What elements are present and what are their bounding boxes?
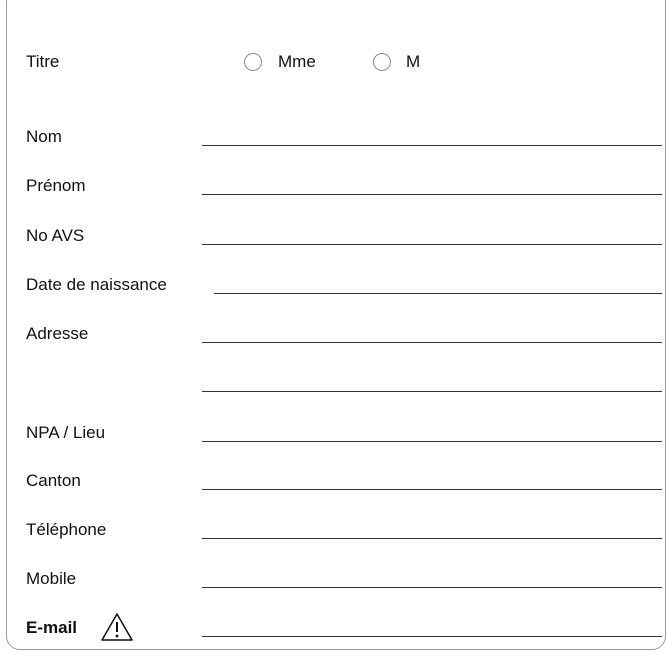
telephone-field[interactable] — [202, 538, 662, 539]
adresse-line-2-field[interactable] — [202, 391, 662, 392]
radio-m[interactable] — [373, 53, 391, 71]
field-row-prenom: Prénom — [26, 176, 662, 202]
field-label-no-avs: No AVS — [26, 226, 84, 246]
field-row-canton: Canton — [26, 471, 662, 497]
radio-mme-label: Mme — [278, 52, 316, 72]
radio-m-label: M — [406, 52, 420, 72]
field-label-canton: Canton — [26, 471, 81, 491]
field-row-date-naissance: Date de naissance — [26, 275, 662, 301]
email-field[interactable] — [202, 636, 662, 637]
field-label-date-naissance: Date de naissance — [26, 275, 167, 295]
field-row-email: E-mail — [26, 618, 662, 644]
field-label-npa-lieu: NPA / Lieu — [26, 423, 105, 443]
field-label-telephone: Téléphone — [26, 520, 106, 540]
mobile-field[interactable] — [202, 587, 662, 588]
title-row: Titre Mme M — [26, 48, 646, 76]
canton-field[interactable] — [202, 489, 662, 490]
field-label-prenom: Prénom — [26, 176, 86, 196]
no-avs-field[interactable] — [202, 244, 662, 245]
warning-icon — [100, 612, 134, 642]
field-label-adresse: Adresse — [26, 324, 88, 344]
field-row-no-avs: No AVS — [26, 226, 662, 252]
field-row-adresse: Adresse — [26, 324, 662, 350]
field-row-nom: Nom — [26, 127, 662, 153]
field-row-mobile: Mobile — [26, 569, 662, 595]
date-naissance-field[interactable] — [214, 293, 662, 294]
field-row-npa-lieu: NPA / Lieu — [26, 423, 662, 449]
field-row-adresse-2 — [26, 373, 662, 399]
prenom-field[interactable] — [202, 194, 662, 195]
title-label: Titre — [26, 52, 59, 72]
field-label-email: E-mail — [26, 618, 77, 638]
adresse-field[interactable] — [202, 342, 662, 343]
field-row-telephone: Téléphone — [26, 520, 662, 546]
field-label-nom: Nom — [26, 127, 62, 147]
npa-lieu-field[interactable] — [202, 441, 662, 442]
field-label-mobile: Mobile — [26, 569, 76, 589]
radio-mme[interactable] — [244, 53, 262, 71]
nom-field[interactable] — [202, 145, 662, 146]
